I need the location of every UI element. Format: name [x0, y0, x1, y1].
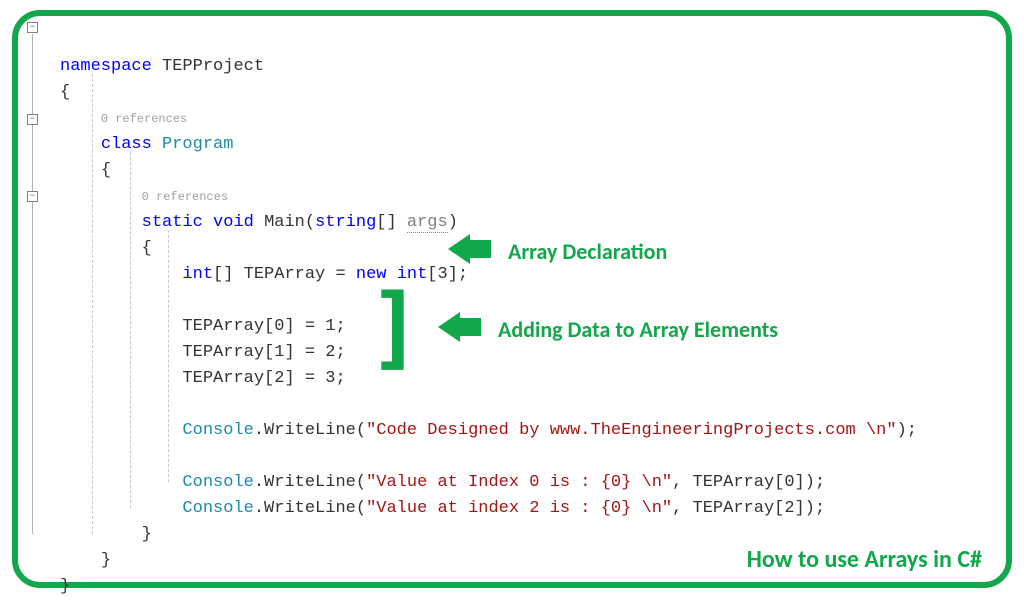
- statement: TEPArray[1] = 2;: [182, 343, 345, 362]
- arrow-icon: [459, 318, 481, 336]
- brackets: []: [213, 265, 233, 284]
- arrow-icon: [438, 312, 460, 342]
- bracket-icon: ]: [368, 288, 422, 368]
- brackets: []: [376, 213, 396, 232]
- op: =: [325, 265, 356, 284]
- var-name: TEPArray: [244, 265, 326, 284]
- indent-guide: [92, 74, 93, 534]
- keyword: class: [101, 135, 152, 154]
- brace: }: [60, 577, 70, 596]
- arrow-icon: [469, 240, 491, 258]
- arrow-icon: [448, 234, 470, 264]
- type-name: Console: [182, 473, 253, 492]
- brace: {: [60, 83, 70, 102]
- method-call: .WriteLine(: [254, 499, 366, 518]
- method-name: Main: [264, 213, 305, 232]
- paren: );: [897, 421, 917, 440]
- paren: (: [305, 213, 315, 232]
- keyword: static: [142, 213, 203, 232]
- type-name: Console: [182, 499, 253, 518]
- footer-title: How to use Arrays in C#: [747, 545, 982, 574]
- brace: {: [142, 239, 152, 258]
- annotation-adding: Adding Data to Array Elements: [498, 316, 778, 343]
- argument: , TEPArray[2]: [672, 499, 805, 518]
- indent-guide: [130, 152, 131, 508]
- references-hint: 0 references: [142, 190, 228, 204]
- keyword: int: [182, 265, 213, 284]
- indent-guide: [168, 230, 169, 482]
- string-literal: "Value at Index 0 is : {0} \n": [366, 473, 672, 492]
- param-name: args: [407, 213, 448, 233]
- array-size: [3];: [427, 265, 468, 284]
- string-literal: "Value at index 2 is : {0} \n": [366, 499, 672, 518]
- keyword: string: [315, 213, 376, 232]
- class-name: Program: [162, 135, 233, 154]
- annotation-declaration: Array Declaration: [508, 238, 667, 265]
- method-call: .WriteLine(: [254, 421, 366, 440]
- statement: TEPArray[2] = 3;: [182, 369, 345, 388]
- references-hint: 0 references: [101, 112, 187, 126]
- string-literal: "Code Designed by www.TheEngineeringProj…: [366, 421, 897, 440]
- code-block: namespace TEPProject { 0 references clas…: [24, 28, 996, 600]
- brace: {: [101, 161, 111, 180]
- namespace-name: TEPProject: [162, 57, 264, 76]
- type-name: Console: [182, 421, 253, 440]
- paren: );: [805, 473, 825, 492]
- paren: ): [448, 213, 458, 232]
- code-frame: namespace TEPProject { 0 references clas…: [12, 10, 1012, 588]
- brace: }: [101, 551, 111, 570]
- argument: , TEPArray[0]: [672, 473, 805, 492]
- keyword: void: [213, 213, 254, 232]
- keyword: namespace: [60, 57, 152, 76]
- method-call: .WriteLine(: [254, 473, 366, 492]
- statement: TEPArray[0] = 1;: [182, 317, 345, 336]
- paren: );: [805, 499, 825, 518]
- brace: }: [142, 525, 152, 544]
